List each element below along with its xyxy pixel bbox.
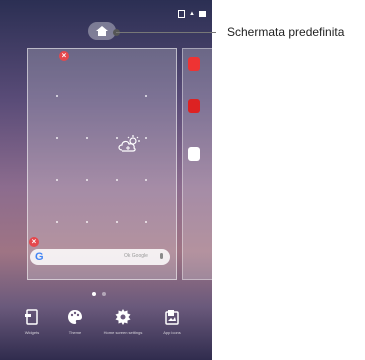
grid-dot bbox=[145, 221, 147, 223]
page-indicator-active bbox=[92, 292, 96, 296]
grid-dot bbox=[145, 137, 147, 139]
signal-icon: ▲ bbox=[189, 11, 195, 17]
callout-line bbox=[116, 32, 216, 33]
status-bar: ▲ bbox=[178, 8, 206, 20]
widgets-label: Widgets bbox=[24, 330, 40, 335]
grid-dot bbox=[116, 137, 118, 139]
weather-icon[interactable] bbox=[116, 134, 142, 154]
settings-label: Home screen settings bbox=[103, 330, 143, 335]
home-icon bbox=[96, 26, 108, 36]
grid-dot bbox=[86, 137, 88, 139]
grid-dot bbox=[116, 179, 118, 181]
grid-dot bbox=[56, 95, 58, 97]
remove-panel-button[interactable]: × bbox=[59, 51, 69, 61]
next-home-screen-panel[interactable] bbox=[182, 48, 212, 280]
app-icon bbox=[188, 147, 200, 161]
app-icons-label: App icons bbox=[163, 330, 181, 335]
remove-search-widget-button[interactable]: × bbox=[29, 237, 39, 247]
google-search-bar[interactable]: G Ok Google bbox=[30, 249, 170, 265]
grid-dot bbox=[86, 179, 88, 181]
google-logo: G bbox=[35, 251, 44, 263]
mic-icon[interactable] bbox=[160, 253, 163, 259]
themes-icon bbox=[68, 310, 82, 324]
app-icon bbox=[188, 99, 200, 113]
app-icon bbox=[188, 57, 200, 71]
default-home-screen-button[interactable] bbox=[88, 22, 116, 40]
battery-icon bbox=[199, 11, 206, 17]
callout-label: Schermata predefinita bbox=[227, 25, 345, 39]
widgets-button[interactable]: Widgets bbox=[12, 309, 52, 335]
page-indicator bbox=[102, 292, 106, 296]
widgets-icon bbox=[25, 309, 38, 325]
wallpaper-icon bbox=[165, 310, 179, 325]
grid-dot bbox=[56, 221, 58, 223]
themes-label: Theme bbox=[68, 330, 82, 335]
grid-dot bbox=[145, 95, 147, 97]
app-icons-button[interactable]: App icons bbox=[152, 309, 192, 335]
settings-icon bbox=[115, 309, 131, 325]
notification-icon bbox=[178, 10, 186, 18]
home-screen-settings-button[interactable]: Home screen settings bbox=[103, 309, 143, 335]
phone-screen: ▲ × × G Ok Google Widgets Theme Home scr… bbox=[0, 0, 212, 360]
grid-dot bbox=[56, 179, 58, 181]
home-screen-panel[interactable]: × bbox=[27, 48, 177, 280]
grid-dot bbox=[86, 221, 88, 223]
search-placeholder: Ok Google bbox=[124, 253, 148, 259]
grid-dot bbox=[56, 137, 58, 139]
themes-button[interactable]: Theme bbox=[55, 309, 95, 335]
grid-dot bbox=[145, 179, 147, 181]
grid-dot bbox=[116, 221, 118, 223]
